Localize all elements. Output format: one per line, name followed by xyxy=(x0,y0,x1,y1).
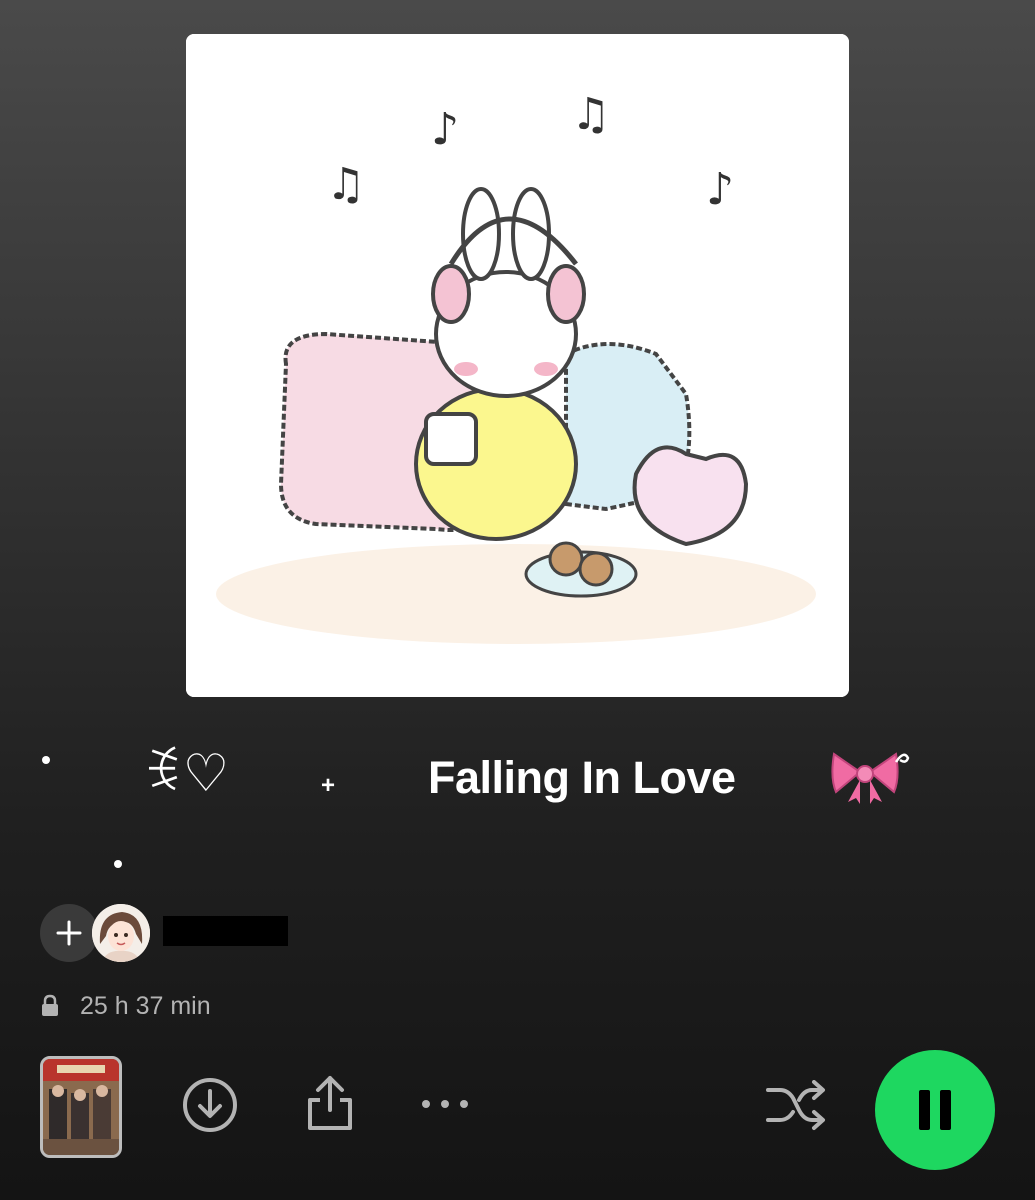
more-icon[interactable] xyxy=(420,1098,470,1110)
owner-avatar[interactable] xyxy=(92,904,150,962)
lock-icon xyxy=(42,994,58,1016)
plus-icon xyxy=(56,920,82,946)
svg-text:♪: ♪ xyxy=(706,164,734,215)
svg-text:♫: ♫ xyxy=(326,159,365,210)
playlist-cover-image: ♫ ♪ ♫ ♪ xyxy=(186,34,849,697)
playlist-duration: 25 h 37 min xyxy=(80,991,211,1020)
playlist-title: Falling In Love xyxy=(428,752,736,803)
pause-button[interactable] xyxy=(875,1050,995,1170)
action-bar xyxy=(0,1050,1035,1170)
svg-text:♪: ♪ xyxy=(431,104,459,155)
download-icon[interactable] xyxy=(182,1077,238,1133)
decor-heart: ꉂ♡ xyxy=(142,744,230,804)
owner-name[interactable]: ██████ xyxy=(163,916,288,946)
decor-plus: + xyxy=(321,772,336,799)
bow-icon xyxy=(831,752,910,804)
share-icon[interactable] xyxy=(306,1074,354,1132)
playlist-preview-thumbnail[interactable] xyxy=(40,1056,122,1158)
decor-dot xyxy=(114,860,122,868)
svg-text:♫: ♫ xyxy=(571,89,610,140)
decor-dot xyxy=(42,756,50,764)
shuffle-icon[interactable] xyxy=(766,1080,826,1132)
add-collaborator-button[interactable] xyxy=(40,904,98,962)
pause-icon xyxy=(919,1090,951,1130)
meta-row: 25 h 37 min xyxy=(40,990,211,1022)
